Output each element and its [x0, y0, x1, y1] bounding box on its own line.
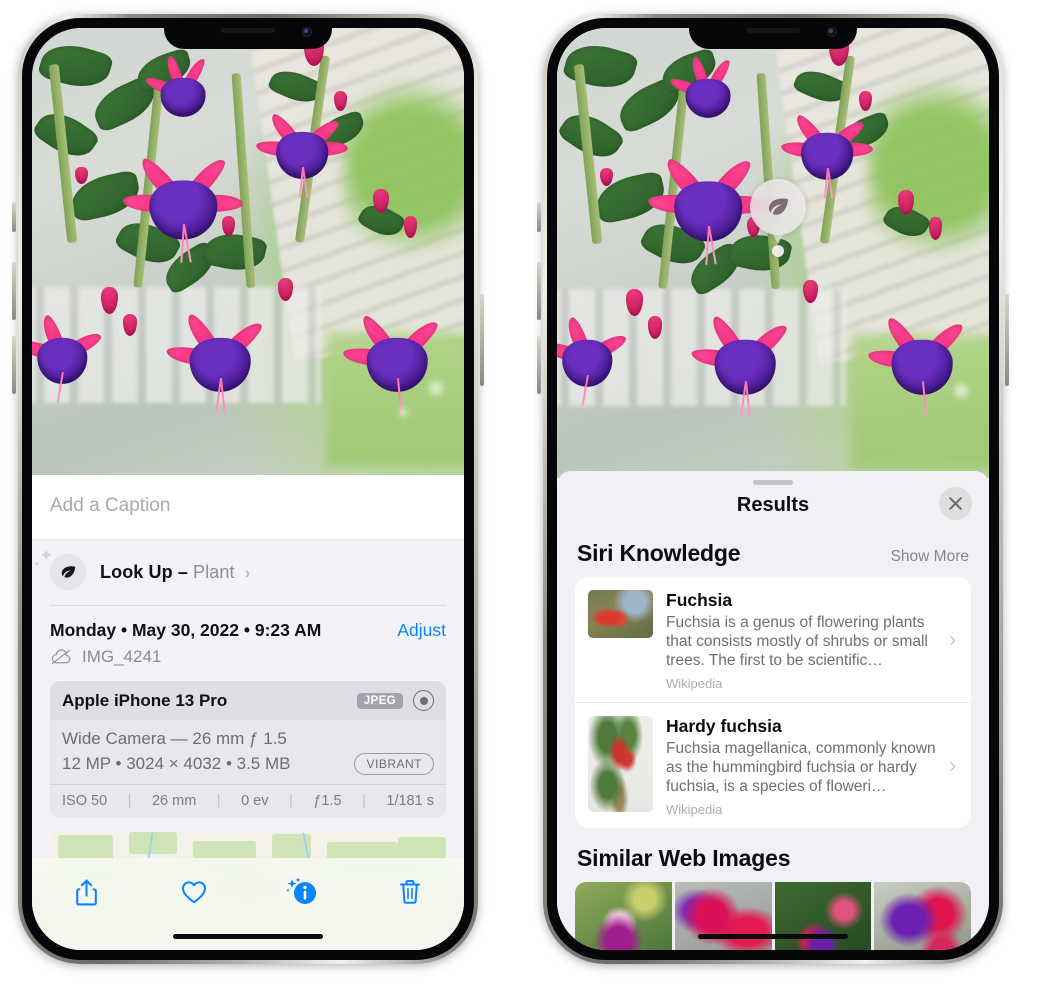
web-image-2[interactable] — [674, 882, 772, 950]
front-camera — [302, 27, 312, 37]
lens-info: Wide Camera — 26 mm ƒ 1.5 — [62, 729, 287, 748]
chevron-right-icon: › — [244, 562, 251, 582]
exif-iso: ISO 50 — [62, 793, 108, 809]
volume-up-button[interactable] — [537, 262, 541, 320]
home-indicator[interactable] — [698, 934, 848, 939]
close-button[interactable] — [939, 487, 972, 520]
results-sheet: Results Siri Knowledge Show More Fuchsia… — [557, 471, 989, 950]
silent-switch[interactable] — [12, 202, 16, 232]
photo-tree — [868, 64, 989, 271]
exif-sep-1: | — [127, 793, 132, 809]
exif-aperture: ƒ1.5 — [313, 793, 342, 809]
web-image-4[interactable] — [874, 882, 971, 950]
exif-sep-2: | — [216, 793, 221, 809]
look-up-title: Look Up — [100, 561, 173, 582]
leaf-icon: ✦ ✦ — [33, 547, 86, 590]
photo-filename: IMG_4241 — [82, 647, 162, 666]
knowledge-thumbnail — [588, 716, 653, 812]
info-button[interactable] — [280, 872, 324, 912]
adjust-button[interactable]: Adjust — [397, 620, 446, 641]
knowledge-title: Hardy fuchsia — [666, 716, 782, 736]
volume-down-button[interactable] — [12, 336, 16, 394]
exif-shutter: 1/181 s — [386, 793, 434, 809]
similar-web-images-strip[interactable] — [575, 882, 971, 950]
look-up-label: Look Up – Plant › — [100, 562, 250, 583]
photo-viewer[interactable] — [32, 28, 464, 475]
section-title-siri-knowledge: Siri Knowledge — [577, 540, 741, 566]
chevron-right-icon: › — [949, 629, 956, 651]
left-phone-screen: Add a Caption ✦ ✦ Look Up – Plant › Mond… — [32, 28, 464, 950]
sparkle-icon-small: ✦ — [33, 559, 41, 569]
caption-input[interactable]: Add a Caption — [32, 475, 464, 540]
exif-header: Apple iPhone 13 Pro JPEG — [50, 681, 446, 720]
right-phone-bezel: Results Siri Knowledge Show More Fuchsia… — [547, 18, 999, 960]
device-notch — [689, 18, 857, 49]
photo-tree — [343, 63, 464, 270]
visual-lookup-badge[interactable] — [750, 179, 806, 235]
knowledge-source: Wikipedia — [666, 802, 723, 817]
exif-card: Apple iPhone 13 Pro JPEG Wide Camera — 2… — [50, 681, 446, 818]
exif-sep-3: | — [289, 793, 293, 809]
camera-device-name: Apple iPhone 13 Pro — [62, 690, 228, 710]
web-image-3[interactable] — [774, 882, 872, 950]
sparkle-icon-large: ✦ — [39, 546, 54, 565]
exif-sep-4: | — [362, 793, 366, 809]
knowledge-description: Fuchsia is a genus of flowering plants t… — [666, 614, 928, 669]
chevron-right-icon: › — [949, 755, 956, 777]
filename-row: IMG_4241 — [32, 643, 464, 679]
knowledge-title: Fuchsia — [666, 590, 733, 610]
close-icon — [949, 497, 962, 510]
cloud-slash-icon — [51, 649, 71, 665]
look-up-dash: – — [177, 561, 188, 582]
section-title-similar-web-images: Similar Web Images — [577, 845, 791, 871]
knowledge-source: Wikipedia — [666, 676, 723, 691]
sheet-title: Results — [736, 494, 810, 516]
earpiece-speaker — [221, 28, 275, 33]
web-image-1[interactable] — [575, 882, 672, 950]
screenshot-stage: Add a Caption ✦ ✦ Look Up – Plant › Mond… — [0, 0, 1055, 985]
siri-knowledge-header: Siri Knowledge Show More — [557, 523, 989, 577]
left-phone-device: Add a Caption ✦ ✦ Look Up – Plant › Mond… — [12, 14, 484, 964]
right-phone-device: Results Siri Knowledge Show More Fuchsia… — [537, 14, 1009, 964]
silent-switch[interactable] — [537, 202, 541, 232]
knowledge-description: Fuchsia magellanica, commonly known as t… — [666, 740, 936, 795]
look-up-subject: Plant — [193, 561, 235, 582]
leaf-icon — [768, 198, 788, 215]
earpiece-speaker — [746, 28, 800, 33]
exif-exposure: 0 ev — [241, 793, 269, 809]
exif-body: Wide Camera — 26 mm ƒ 1.5 12 MP • 3024 ×… — [50, 720, 446, 784]
photographic-style-badge: VIBRANT — [354, 753, 434, 775]
power-button[interactable] — [480, 294, 484, 386]
front-camera — [827, 27, 837, 37]
look-up-row[interactable]: ✦ ✦ Look Up – Plant › — [32, 540, 464, 605]
power-button[interactable] — [1005, 294, 1009, 386]
show-more-button[interactable]: Show More — [891, 548, 969, 566]
left-phone-bezel: Add a Caption ✦ ✦ Look Up – Plant › Mond… — [22, 18, 474, 960]
volume-up-button[interactable] — [12, 262, 16, 320]
volume-down-button[interactable] — [537, 336, 541, 394]
hdr-aperture-icon — [413, 690, 434, 711]
favorite-button[interactable] — [172, 872, 216, 912]
right-phone-screen: Results Siri Knowledge Show More Fuchsia… — [557, 28, 989, 950]
knowledge-row[interactable]: Fuchsia Fuchsia is a genus of flowering … — [575, 577, 971, 702]
exif-settings-row: ISO 50 | 26 mm | 0 ev | ƒ1.5 | 1/181 s — [50, 784, 446, 818]
knowledge-thumbnail — [588, 590, 653, 638]
date-row: Monday • May 30, 2022 • 9:23 AM Adjust — [32, 606, 464, 643]
photo-date: Monday • May 30, 2022 • 9:23 AM — [50, 620, 322, 640]
home-indicator[interactable] — [173, 934, 323, 939]
exif-focal: 26 mm — [151, 793, 197, 809]
device-notch — [164, 18, 332, 49]
resolution-info: 12 MP • 3024 × 4032 • 3.5 MB — [62, 754, 291, 773]
siri-knowledge-card: Fuchsia Fuchsia is a genus of flowering … — [575, 577, 971, 828]
share-button[interactable] — [64, 872, 108, 912]
format-badge: JPEG — [356, 692, 403, 709]
visual-lookup-anchor-dot — [772, 245, 784, 257]
delete-button[interactable] — [388, 872, 432, 912]
similar-web-images-header: Similar Web Images — [557, 828, 989, 882]
sheet-header: Results — [557, 485, 989, 523]
knowledge-row[interactable]: Hardy fuchsia Fuchsia magellanica, commo… — [575, 702, 971, 828]
